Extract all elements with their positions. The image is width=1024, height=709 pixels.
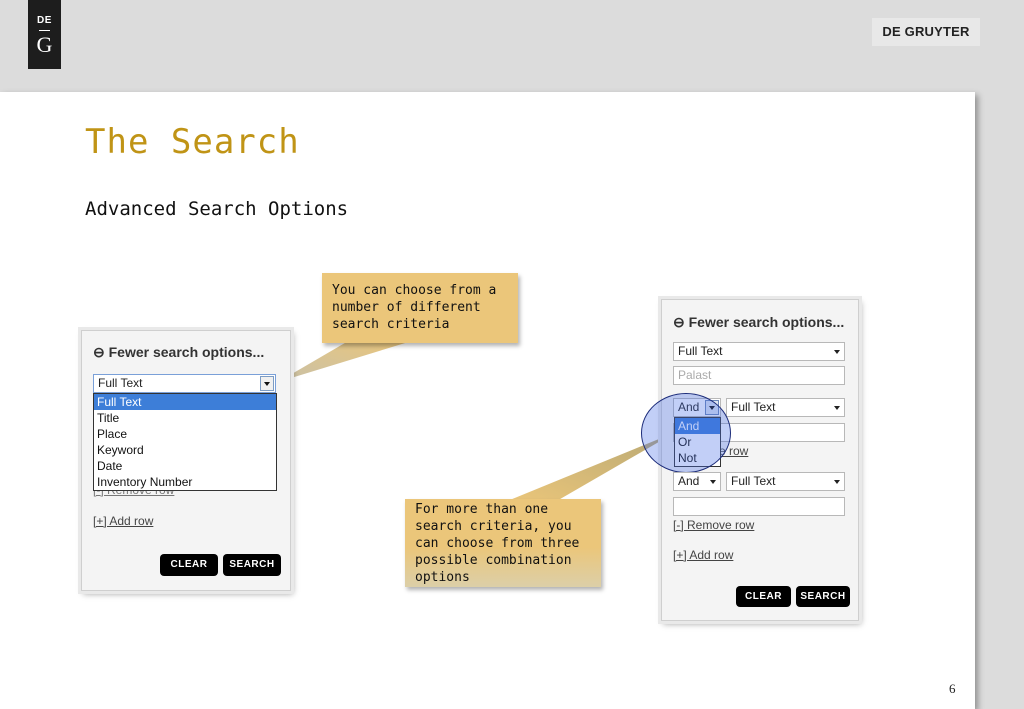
chevron-down-icon [834,350,840,354]
search-button[interactable]: SEARCH [796,586,850,607]
callout-line: can choose from three [415,536,580,551]
remove-row-link[interactable]: [-] Remove row [673,518,754,532]
callout-line: possible combination [415,553,572,568]
callout-line: search criteria [332,317,450,332]
callout-line: number of different [332,300,481,315]
dropdown-option[interactable]: Full Text [94,394,276,410]
callout-line: search criteria, you [415,519,572,534]
criteria-dropdown-list[interactable]: Full Text Title Place Keyword Date Inven… [93,393,277,491]
search-button[interactable]: SEARCH [223,554,281,576]
row3-operator-value: And [678,474,700,488]
page-number: 6 [949,681,956,696]
add-row-link[interactable]: [+] Add row [93,514,153,528]
callout-line: For more than one [415,502,549,517]
fewer-options-toggle[interactable]: ⊖ Fewer search options... [673,314,844,331]
logo-divider [39,30,50,31]
callout-combination: For more than one search criteria, you c… [405,499,601,587]
row2-criteria-select[interactable]: Full Text [726,398,845,417]
dropdown-button[interactable] [260,376,274,391]
add-row-link[interactable]: [+] Add row [673,548,733,562]
logo-top-text: DE [37,15,52,26]
clear-button[interactable]: CLEAR [736,586,791,607]
row3-search-input[interactable] [673,497,845,516]
chevron-down-icon [834,480,840,484]
dropdown-option[interactable]: Title [94,410,276,426]
logo-bottom-text: G [36,32,53,57]
dropdown-option[interactable]: Place [94,426,276,442]
slide-subtitle: Advanced Search Options [85,198,349,220]
fewer-options-toggle[interactable]: ⊖ Fewer search options... [93,344,264,361]
row3-criteria-value: Full Text [731,474,776,488]
criteria-select[interactable]: Full Text [93,374,276,393]
row3-criteria-select[interactable]: Full Text [726,472,845,491]
row1-criteria-value: Full Text [678,344,723,358]
chevron-down-icon [710,480,716,484]
row3-operator-select[interactable]: And [673,472,721,491]
dropdown-option[interactable]: Date [94,458,276,474]
dropdown-option[interactable]: Inventory Number [94,474,276,490]
criteria-select-value: Full Text [98,376,143,390]
chevron-down-icon [264,382,270,386]
de-gruyter-logo[interactable]: DE G [28,0,61,69]
row1-search-input[interactable]: Palast [673,366,845,385]
callout-criteria: You can choose from a number of differen… [322,273,518,343]
slide-title: The Search [85,122,300,162]
callout-line: options [415,570,470,585]
chevron-down-icon [834,406,840,410]
callout-line: You can choose from a [332,283,497,298]
dropdown-option[interactable]: Keyword [94,442,276,458]
row2-criteria-value: Full Text [731,400,776,414]
highlight-circle [641,393,731,473]
brand-name: DE GRUYTER [872,18,980,46]
clear-button[interactable]: CLEAR [160,554,218,576]
row1-criteria-select[interactable]: Full Text [673,342,845,361]
